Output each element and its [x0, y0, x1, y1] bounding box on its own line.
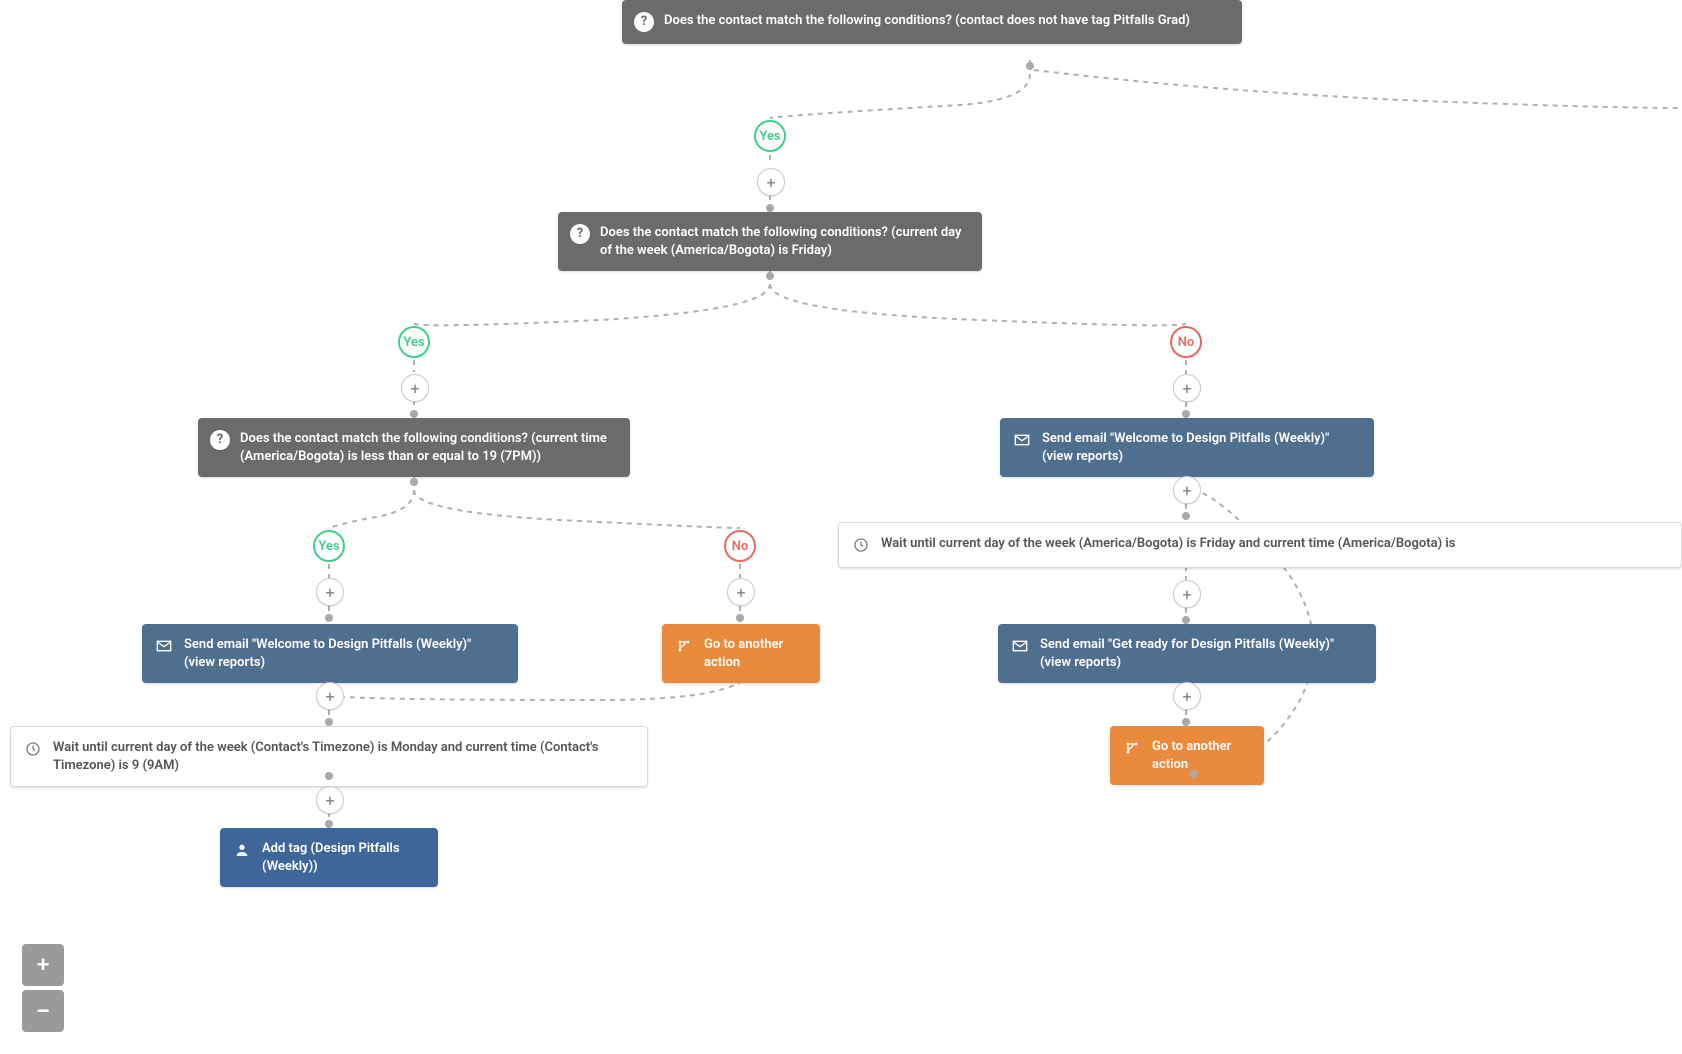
add-step-button[interactable]: + [1173, 476, 1201, 504]
user-icon [232, 840, 252, 860]
condition-node-friday[interactable]: ? Does the contact match the following c… [558, 212, 982, 271]
action-send-email[interactable]: Send email "Welcome to Design Pitfalls (… [142, 624, 518, 683]
connector-dot [325, 820, 333, 828]
connector-dot [1026, 62, 1034, 70]
connector-dot [1182, 616, 1190, 624]
branch-icon [674, 636, 694, 656]
connector-dot [766, 272, 774, 280]
connector-dot [325, 614, 333, 622]
action-send-email[interactable]: Send email "Get ready for Design Pitfall… [998, 624, 1376, 683]
question-icon: ? [210, 430, 230, 450]
clock-icon [23, 739, 43, 759]
action-text: Go to another action [704, 636, 804, 671]
condition-text: Does the contact match the following con… [240, 430, 614, 465]
action-text: Send email "Welcome to Design Pitfalls (… [1042, 430, 1358, 465]
action-text: Send email "Welcome to Design Pitfalls (… [184, 636, 502, 671]
action-text: Wait until current day of the week (Cont… [53, 739, 631, 774]
question-icon: ? [634, 12, 654, 32]
connector-dot [325, 772, 333, 780]
question-icon: ? [570, 224, 590, 244]
condition-node-time[interactable]: ? Does the contact match the following c… [198, 418, 630, 477]
connector-dot [410, 410, 418, 418]
condition-text: Does the contact match the following con… [600, 224, 966, 259]
connector-dot [1190, 770, 1198, 778]
action-wait[interactable]: Wait until current day of the week (Amer… [838, 522, 1682, 568]
add-step-button[interactable]: + [1173, 374, 1201, 402]
action-text: Send email "Get ready for Design Pitfall… [1040, 636, 1360, 671]
action-text: Add tag (Design Pitfalls (Weekly)) [262, 840, 422, 875]
branch-yes[interactable]: Yes [754, 120, 786, 152]
action-send-email[interactable]: Send email "Welcome to Design Pitfalls (… [1000, 418, 1374, 477]
automation-canvas[interactable]: .d{fill:none;stroke:#b0b0b0;stroke-width… [0, 0, 1682, 1054]
action-text: Wait until current day of the week (Amer… [881, 535, 1665, 553]
branch-yes[interactable]: Yes [313, 530, 345, 562]
add-step-button[interactable]: + [401, 374, 429, 402]
branch-no[interactable]: No [1170, 326, 1202, 358]
mail-icon [1010, 636, 1030, 656]
zoom-out-button[interactable]: − [22, 990, 64, 1032]
add-step-button[interactable]: + [316, 786, 344, 814]
clock-icon [851, 535, 871, 555]
connector-dot [1182, 718, 1190, 726]
add-step-button[interactable]: + [727, 578, 755, 606]
connector-dot [1182, 410, 1190, 418]
action-text: Go to another action [1152, 738, 1248, 773]
condition-node-tag[interactable]: ? Does the contact match the following c… [622, 0, 1242, 44]
add-step-button[interactable]: + [316, 578, 344, 606]
action-add-tag[interactable]: Add tag (Design Pitfalls (Weekly)) [220, 828, 438, 887]
add-step-button[interactable]: + [1173, 580, 1201, 608]
action-goto[interactable]: Go to another action [1110, 726, 1264, 785]
add-step-button[interactable]: + [1173, 682, 1201, 710]
add-step-button[interactable]: + [757, 168, 785, 196]
condition-text: Does the contact match the following con… [664, 12, 1226, 30]
connector-dot [766, 204, 774, 212]
connector-dot [410, 478, 418, 486]
connector-dot [736, 614, 744, 622]
add-step-button[interactable]: + [316, 682, 344, 710]
mail-icon [154, 636, 174, 656]
connector-dot [1182, 512, 1190, 520]
zoom-in-button[interactable]: + [22, 944, 64, 986]
branch-yes[interactable]: Yes [398, 326, 430, 358]
connector-dot [325, 718, 333, 726]
mail-icon [1012, 430, 1032, 450]
branch-icon [1122, 738, 1142, 758]
action-goto[interactable]: Go to another action [662, 624, 820, 683]
branch-no[interactable]: No [724, 530, 756, 562]
zoom-controls: + − [22, 944, 64, 1032]
